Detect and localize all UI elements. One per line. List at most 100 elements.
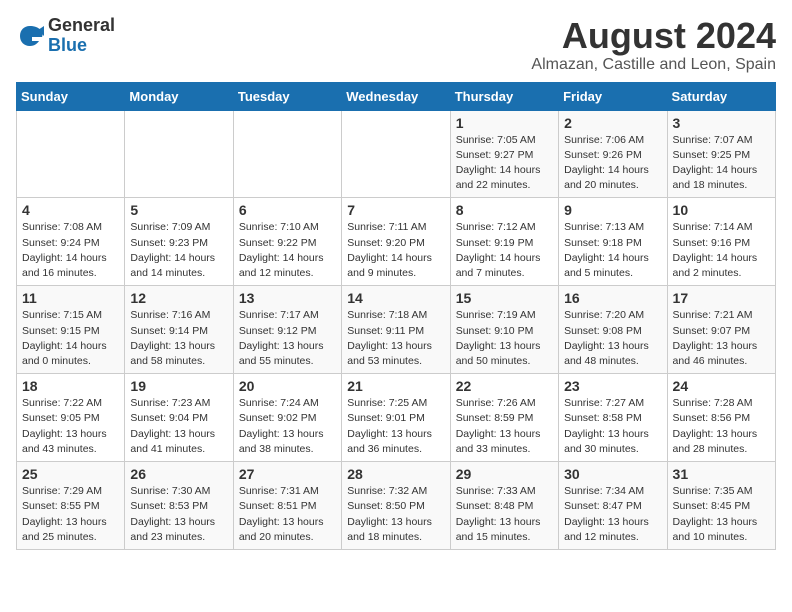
day-number: 14 bbox=[347, 290, 444, 306]
calendar-cell: 13Sunrise: 7:17 AMSunset: 9:12 PMDayligh… bbox=[233, 286, 341, 374]
day-info: Sunrise: 7:18 AMSunset: 9:11 PMDaylight:… bbox=[347, 308, 444, 369]
day-header-thursday: Thursday bbox=[450, 82, 558, 110]
day-info: Sunrise: 7:31 AMSunset: 8:51 PMDaylight:… bbox=[239, 484, 336, 545]
calendar-title: August 2024 bbox=[531, 16, 776, 56]
calendar-cell: 11 Sunrise: 7:15 AMSunset: 9:15 PMDayligh… bbox=[17, 286, 125, 374]
calendar-cell: 21 Sunrise: 7:25 AMSunset: 9:01 PMDayligh… bbox=[342, 374, 450, 462]
calendar-cell: 8 Sunrise: 7:12 AMSunset: 9:19 PMDaylight… bbox=[450, 198, 558, 286]
calendar-cell: 17 Sunrise: 7:21 AMSunset: 9:07 PMDayligh… bbox=[667, 286, 775, 374]
day-number: 2 bbox=[564, 115, 661, 131]
calendar-cell: 25Sunrise: 7:29 AMSunset: 8:55 PMDayligh… bbox=[17, 462, 125, 550]
logo-icon bbox=[16, 22, 44, 50]
day-number: 16 bbox=[564, 290, 661, 306]
calendar-cell: 26Sunrise: 7:30 AMSunset: 8:53 PMDayligh… bbox=[125, 462, 233, 550]
day-info: Sunrise: 7:32 AMSunset: 8:50 PMDaylight:… bbox=[347, 484, 444, 545]
calendar-cell: 22Sunrise: 7:26 AMSunset: 8:59 PMDayligh… bbox=[450, 374, 558, 462]
logo-general: General bbox=[48, 15, 115, 35]
calendar-cell: 1 Sunrise: 7:05 AMSunset: 9:27 PMDaylight… bbox=[450, 110, 558, 198]
day-info: Sunrise: 7:08 AMSunset: 9:24 PMDaylight:… bbox=[22, 220, 119, 281]
calendar-cell: 5 Sunrise: 7:09 AMSunset: 9:23 PMDaylight… bbox=[125, 198, 233, 286]
day-number: 18 bbox=[22, 378, 119, 394]
day-number: 30 bbox=[564, 466, 661, 482]
day-number: 21 bbox=[347, 378, 444, 394]
day-header-wednesday: Wednesday bbox=[342, 82, 450, 110]
calendar-cell: 16 Sunrise: 7:20 AMSunset: 9:08 PMDayligh… bbox=[559, 286, 667, 374]
calendar-cell: 30 Sunrise: 7:34 AMSunset: 8:47 PMDayligh… bbox=[559, 462, 667, 550]
title-area: August 2024 Almazan, Castille and Leon, … bbox=[531, 16, 776, 74]
day-info: Sunrise: 7:11 AMSunset: 9:20 PMDaylight:… bbox=[347, 220, 444, 281]
day-info: Sunrise: 7:28 AMSunset: 8:56 PMDaylight:… bbox=[673, 396, 770, 457]
calendar-week-row: 4Sunrise: 7:08 AMSunset: 9:24 PMDaylight… bbox=[17, 198, 776, 286]
calendar-cell: 10 Sunrise: 7:14 AMSunset: 9:16 PMDayligh… bbox=[667, 198, 775, 286]
calendar-cell: 14 Sunrise: 7:18 AMSunset: 9:11 PMDayligh… bbox=[342, 286, 450, 374]
day-info: Sunrise: 7:19 AMSunset: 9:10 PMDaylight:… bbox=[456, 308, 553, 369]
calendar-cell: 6Sunrise: 7:10 AMSunset: 9:22 PMDaylight… bbox=[233, 198, 341, 286]
day-info: Sunrise: 7:13 AMSunset: 9:18 PMDaylight:… bbox=[564, 220, 661, 281]
calendar-cell: 27 Sunrise: 7:31 AMSunset: 8:51 PMDayligh… bbox=[233, 462, 341, 550]
calendar-cell: 4Sunrise: 7:08 AMSunset: 9:24 PMDaylight… bbox=[17, 198, 125, 286]
day-info: Sunrise: 7:23 AMSunset: 9:04 PMDaylight:… bbox=[130, 396, 227, 457]
day-number: 28 bbox=[347, 466, 444, 482]
day-number: 26 bbox=[130, 466, 227, 482]
day-number: 17 bbox=[673, 290, 770, 306]
calendar-week-row: 25Sunrise: 7:29 AMSunset: 8:55 PMDayligh… bbox=[17, 462, 776, 550]
day-number: 20 bbox=[239, 378, 336, 394]
calendar-cell bbox=[125, 110, 233, 198]
day-number: 8 bbox=[456, 202, 553, 218]
calendar-table: SundayMondayTuesdayWednesdayThursdayFrid… bbox=[16, 82, 776, 550]
calendar-subtitle: Almazan, Castille and Leon, Spain bbox=[531, 56, 776, 74]
calendar-cell: 19Sunrise: 7:23 AMSunset: 9:04 PMDayligh… bbox=[125, 374, 233, 462]
day-number: 7 bbox=[347, 202, 444, 218]
calendar-cell: 9 Sunrise: 7:13 AMSunset: 9:18 PMDaylight… bbox=[559, 198, 667, 286]
day-number: 24 bbox=[673, 378, 770, 394]
day-number: 1 bbox=[456, 115, 553, 131]
day-number: 10 bbox=[673, 202, 770, 218]
day-number: 3 bbox=[673, 115, 770, 131]
day-number: 22 bbox=[456, 378, 553, 394]
day-info: Sunrise: 7:17 AMSunset: 9:12 PMDaylight:… bbox=[239, 308, 336, 369]
day-header-sunday: Sunday bbox=[17, 82, 125, 110]
day-info: Sunrise: 7:06 AMSunset: 9:26 PMDaylight:… bbox=[564, 133, 661, 194]
day-info: Sunrise: 7:25 AMSunset: 9:01 PMDaylight:… bbox=[347, 396, 444, 457]
day-info: Sunrise: 7:21 AMSunset: 9:07 PMDaylight:… bbox=[673, 308, 770, 369]
day-info: Sunrise: 7:16 AMSunset: 9:14 PMDaylight:… bbox=[130, 308, 227, 369]
logo-blue: Blue bbox=[48, 35, 87, 55]
calendar-cell: 31 Sunrise: 7:35 AMSunset: 8:45 PMDayligh… bbox=[667, 462, 775, 550]
day-info: Sunrise: 7:35 AMSunset: 8:45 PMDaylight:… bbox=[673, 484, 770, 545]
day-info: Sunrise: 7:07 AMSunset: 9:25 PMDaylight:… bbox=[673, 133, 770, 194]
day-number: 11 bbox=[22, 290, 119, 306]
day-number: 5 bbox=[130, 202, 227, 218]
day-number: 6 bbox=[239, 202, 336, 218]
logo-text: General Blue bbox=[48, 16, 115, 56]
day-number: 15 bbox=[456, 290, 553, 306]
calendar-cell: 15 Sunrise: 7:19 AMSunset: 9:10 PMDayligh… bbox=[450, 286, 558, 374]
calendar-header-row: SundayMondayTuesdayWednesdayThursdayFrid… bbox=[17, 82, 776, 110]
day-number: 31 bbox=[673, 466, 770, 482]
day-info: Sunrise: 7:09 AMSunset: 9:23 PMDaylight:… bbox=[130, 220, 227, 281]
day-info: Sunrise: 7:14 AMSunset: 9:16 PMDaylight:… bbox=[673, 220, 770, 281]
day-number: 9 bbox=[564, 202, 661, 218]
calendar-cell bbox=[17, 110, 125, 198]
calendar-week-row: 11 Sunrise: 7:15 AMSunset: 9:15 PMDayligh… bbox=[17, 286, 776, 374]
calendar-cell: 20Sunrise: 7:24 AMSunset: 9:02 PMDayligh… bbox=[233, 374, 341, 462]
day-number: 29 bbox=[456, 466, 553, 482]
day-number: 12 bbox=[130, 290, 227, 306]
day-info: Sunrise: 7:20 AMSunset: 9:08 PMDaylight:… bbox=[564, 308, 661, 369]
calendar-cell bbox=[233, 110, 341, 198]
day-header-monday: Monday bbox=[125, 82, 233, 110]
calendar-cell: 12 Sunrise: 7:16 AMSunset: 9:14 PMDayligh… bbox=[125, 286, 233, 374]
calendar-body: 1 Sunrise: 7:05 AMSunset: 9:27 PMDaylight… bbox=[17, 110, 776, 549]
day-info: Sunrise: 7:12 AMSunset: 9:19 PMDaylight:… bbox=[456, 220, 553, 281]
calendar-cell: 24 Sunrise: 7:28 AMSunset: 8:56 PMDayligh… bbox=[667, 374, 775, 462]
day-header-friday: Friday bbox=[559, 82, 667, 110]
calendar-week-row: 18 Sunrise: 7:22 AMSunset: 9:05 PMDayligh… bbox=[17, 374, 776, 462]
day-info: Sunrise: 7:15 AMSunset: 9:15 PMDaylight:… bbox=[22, 308, 119, 369]
day-info: Sunrise: 7:34 AMSunset: 8:47 PMDaylight:… bbox=[564, 484, 661, 545]
calendar-cell: 3 Sunrise: 7:07 AMSunset: 9:25 PMDaylight… bbox=[667, 110, 775, 198]
day-info: Sunrise: 7:05 AMSunset: 9:27 PMDaylight:… bbox=[456, 133, 553, 194]
day-info: Sunrise: 7:33 AMSunset: 8:48 PMDaylight:… bbox=[456, 484, 553, 545]
day-number: 23 bbox=[564, 378, 661, 394]
day-info: Sunrise: 7:22 AMSunset: 9:05 PMDaylight:… bbox=[22, 396, 119, 457]
day-info: Sunrise: 7:29 AMSunset: 8:55 PMDaylight:… bbox=[22, 484, 119, 545]
day-number: 27 bbox=[239, 466, 336, 482]
